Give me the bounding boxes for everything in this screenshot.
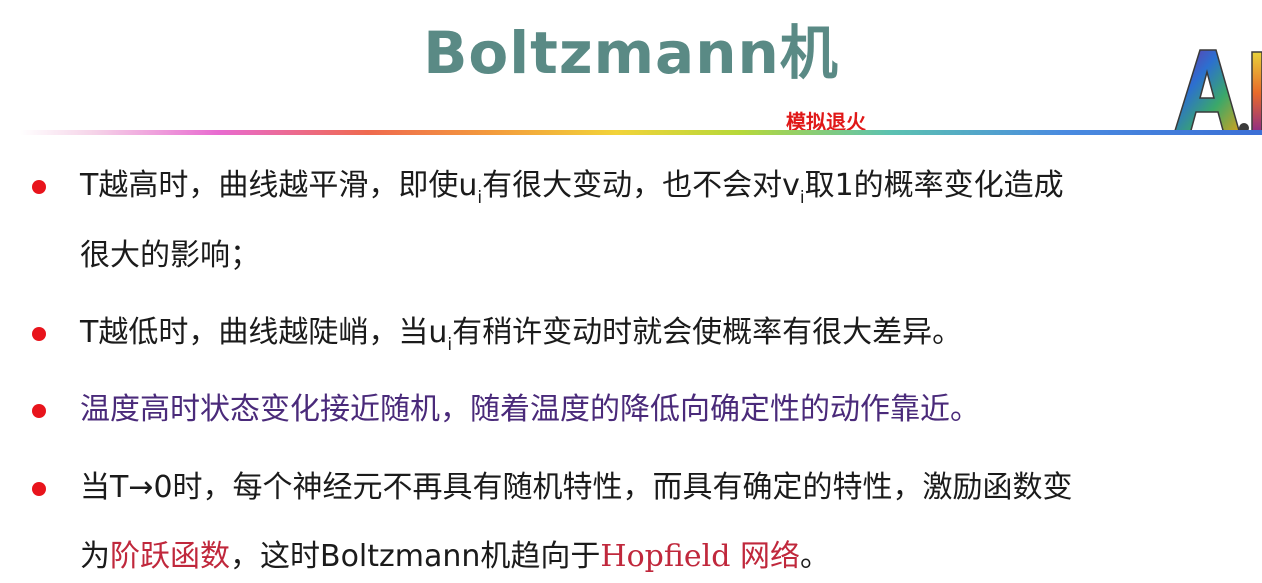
bullet-list: T越高时，曲线越平滑，即使ui有很大变动，也不会对vi取1的概率变化造成 很大的… <box>0 0 1262 583</box>
bullet-2-text-part: 有稍许变动时就会使概率有很大差异。 <box>452 315 963 350</box>
bullet-dot <box>32 404 46 418</box>
bullet-1-text-part: T越高时，曲线越平滑，即使u <box>80 168 478 203</box>
bullet-dot <box>32 327 46 341</box>
bullet-4-text-part: 。 <box>799 539 830 574</box>
bullet-4-text-part: 为 <box>80 539 110 574</box>
bullet-1-line-2: 很大的影响； <box>80 238 260 273</box>
bullet-dot <box>32 180 46 194</box>
bullet-dot <box>32 482 46 496</box>
bullet-4-line-2: 为阶跃函数，这时Boltzmann机趋向于Hopfield 网络。 <box>80 537 830 577</box>
bullet-1-line-1: T越高时，曲线越平滑，即使ui有很大变动，也不会对vi取1的概率变化造成 <box>80 166 1064 218</box>
bullet-4-text-part: ，这时Boltzmann机趋向于 <box>230 539 601 574</box>
bullet-1-text-part: 有很大变动，也不会对v <box>482 168 800 203</box>
bullet-2-text-part: T越低时，曲线越陡峭，当u <box>80 315 448 350</box>
highlight-hopfield-network: Hopfield 网络 <box>600 539 800 574</box>
bullet-3-line-1: 温度高时状态变化接近随机，随着温度的降低向确定性的动作靠近。 <box>80 392 980 427</box>
bullet-4-line-1: 当T→0时，每个神经元不再具有随机特性，而具有确定的特性，激励函数变 <box>80 470 1073 505</box>
bullet-2-line-1: T越低时，曲线越陡峭，当ui有稍许变动时就会使概率有很大差异。 <box>80 313 962 365</box>
bullet-1-text-part: 取1的概率变化造成 <box>804 168 1064 203</box>
highlight-step-function: 阶跃函数 <box>110 539 230 574</box>
